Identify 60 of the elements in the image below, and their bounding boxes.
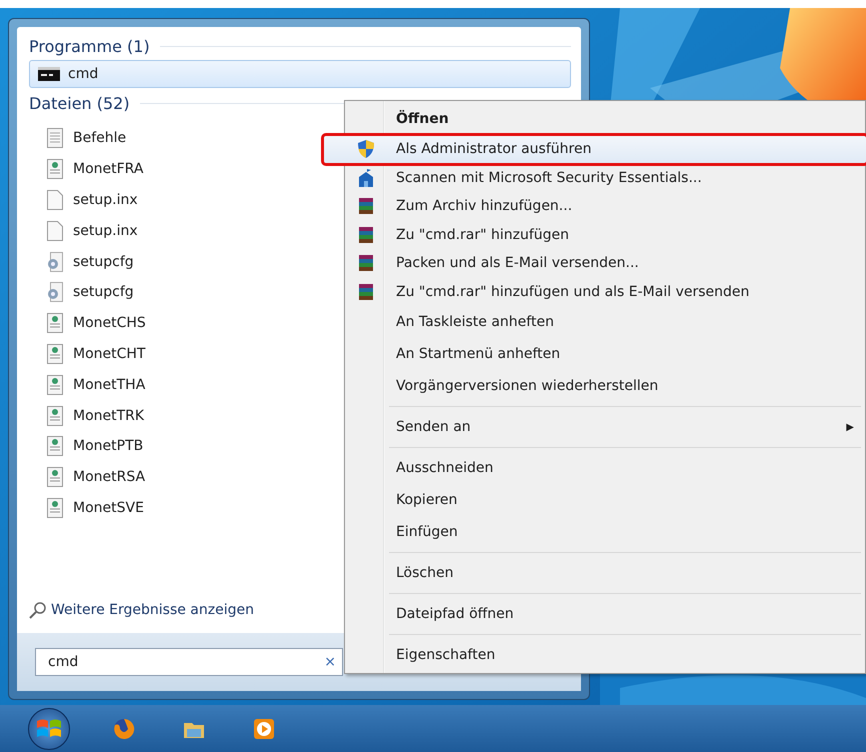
file-name: MonetRSA bbox=[73, 469, 146, 486]
file-name: setup.inx bbox=[73, 192, 138, 208]
web-file-icon bbox=[47, 344, 63, 364]
blank-file-icon bbox=[47, 220, 63, 241]
web-file-icon bbox=[47, 498, 63, 518]
menu-item[interactable]: Einfügen bbox=[347, 516, 863, 548]
console-icon bbox=[38, 67, 60, 81]
web-file-icon bbox=[47, 467, 63, 488]
menu-item[interactable]: An Startmenü anheften bbox=[347, 338, 863, 370]
menu-item[interactable]: Löschen bbox=[347, 557, 863, 589]
file-name: MonetCHT bbox=[73, 346, 146, 362]
file-name: setupcfg bbox=[73, 254, 134, 270]
archive-icon bbox=[358, 226, 374, 244]
menu-item[interactable]: Zu "cmd.rar" hinzufügen und als E-Mail versenden bbox=[347, 278, 863, 306]
start-button[interactable] bbox=[28, 708, 70, 750]
section-header: Programme (1) bbox=[29, 37, 150, 56]
menu-item[interactable]: Eigenschaften bbox=[347, 639, 863, 671]
archive-icon bbox=[358, 254, 374, 272]
submenu-arrow-icon: ▶ bbox=[846, 422, 854, 432]
menu-item[interactable]: An Taskleiste anheften bbox=[347, 306, 863, 338]
settings-file-icon bbox=[47, 252, 63, 272]
menu-item[interactable]: Vorgängerversionen wiederherstellen bbox=[347, 370, 863, 402]
file-name: MonetSVE bbox=[73, 500, 144, 516]
settings-file-icon bbox=[47, 282, 63, 302]
menu-item[interactable]: Zu "cmd.rar" hinzufügen bbox=[347, 220, 863, 249]
menu-item[interactable]: Senden an ▶ bbox=[347, 411, 863, 443]
file-name: MonetTRK bbox=[73, 408, 144, 424]
section-header: Dateien (52) bbox=[29, 94, 130, 113]
play-icon bbox=[252, 716, 276, 740]
text-file-icon bbox=[47, 128, 63, 148]
clear-button[interactable]: × bbox=[324, 654, 336, 670]
web-file-icon bbox=[47, 374, 63, 395]
file-name: MonetTHA bbox=[73, 376, 146, 393]
file-name: MonetCHS bbox=[73, 315, 146, 332]
web-file-icon bbox=[47, 313, 63, 334]
menu-item[interactable]: Ausschneiden bbox=[347, 452, 863, 484]
file-name: setupcfg bbox=[73, 284, 134, 300]
menu-item[interactable]: Kopieren bbox=[347, 484, 863, 516]
program-item[interactable]: cmd bbox=[29, 60, 571, 88]
castle-icon bbox=[357, 168, 375, 188]
menu-item[interactable]: Öffnen bbox=[347, 103, 863, 135]
file-name: setup.inx bbox=[73, 222, 138, 239]
web-file-icon bbox=[47, 406, 63, 426]
menu-item[interactable]: Scannen mit Microsoft Security Essentials... bbox=[347, 164, 863, 192]
menu-item[interactable]: Dateipfad öffnen bbox=[347, 598, 863, 630]
archive-icon bbox=[358, 197, 374, 216]
search-field[interactable]: cmd × bbox=[35, 648, 343, 676]
menu-item[interactable]: Zum Archiv hinzufügen... bbox=[347, 192, 863, 220]
globe-icon bbox=[112, 716, 136, 740]
search-icon bbox=[29, 601, 47, 619]
file-name: MonetPTB bbox=[73, 438, 144, 454]
file-name: Befehle bbox=[73, 130, 126, 146]
shield-icon bbox=[357, 139, 375, 160]
file-name: MonetFRA bbox=[73, 161, 144, 178]
web-file-icon bbox=[47, 159, 63, 180]
blank-file-icon bbox=[47, 190, 63, 210]
menu-item[interactable]: Packen und als E-Mail versenden... bbox=[347, 249, 863, 278]
web-file-icon bbox=[47, 436, 63, 456]
archive-icon bbox=[358, 282, 374, 301]
menu-item[interactable]: Als Administrator ausführen bbox=[323, 135, 866, 164]
